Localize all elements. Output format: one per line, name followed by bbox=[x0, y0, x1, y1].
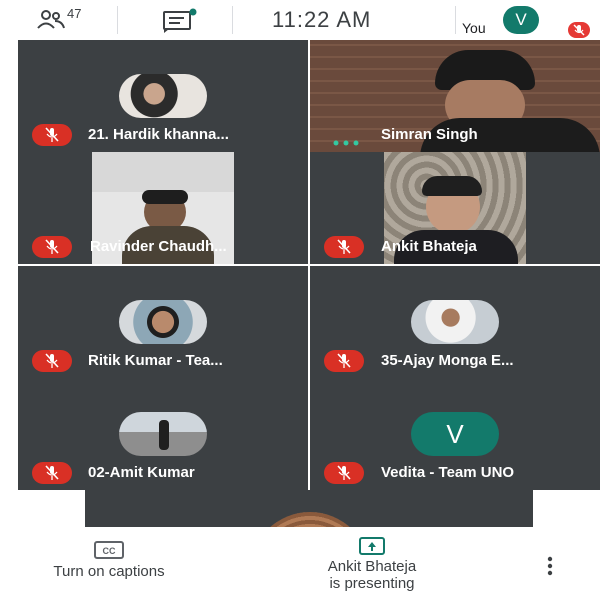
divider bbox=[455, 6, 456, 34]
more-vert-icon bbox=[547, 556, 553, 576]
participants-button[interactable]: 47 bbox=[36, 6, 96, 34]
chat-button[interactable] bbox=[160, 8, 200, 34]
you-muted-icon bbox=[568, 22, 590, 38]
captions-label: Turn on captions bbox=[53, 563, 165, 580]
participant-name: Simran Singh bbox=[381, 126, 478, 143]
speaking-indicator-icon bbox=[332, 133, 362, 146]
captions-button[interactable]: CC Turn on captions bbox=[14, 541, 204, 580]
muted-icon bbox=[324, 236, 364, 258]
participant-tile[interactable]: V Vedita - Team UNO bbox=[310, 378, 600, 490]
participant-tile[interactable]: Ankit Bhateja bbox=[310, 152, 600, 264]
participant-tile[interactable]: Ritik Kumar - Tea... bbox=[18, 266, 308, 378]
clock-time: 11:22 AM bbox=[272, 7, 372, 32]
participant-name: Ravinder Chaudh... bbox=[90, 238, 227, 255]
participant-tile[interactable]: 21. Hardik khanna... bbox=[18, 40, 308, 152]
participant-name: Ritik Kumar - Tea... bbox=[88, 352, 223, 369]
participant-name: Ankit Bhateja bbox=[381, 238, 477, 255]
participant-tile[interactable]: 02-Amit Kumar bbox=[18, 378, 308, 490]
participant-tile[interactable]: Simran Singh bbox=[310, 40, 600, 152]
you-avatar[interactable]: V bbox=[503, 6, 539, 34]
muted-icon bbox=[32, 462, 72, 484]
presenting-label: Ankit Bhateja is presenting bbox=[292, 558, 452, 592]
participant-avatar bbox=[119, 74, 207, 118]
chat-icon bbox=[163, 8, 197, 33]
participant-grid: 21. Hardik khanna... Simran Singh Ravind… bbox=[0, 40, 600, 527]
closed-captions-icon: CC bbox=[94, 541, 124, 559]
you-label: You bbox=[462, 20, 486, 36]
present-screen-icon bbox=[359, 537, 385, 555]
participant-count: 47 bbox=[67, 6, 82, 21]
participant-tile[interactable]: Ravinder Chaudh... bbox=[18, 152, 308, 264]
muted-icon bbox=[32, 236, 72, 258]
svg-text:CC: CC bbox=[103, 546, 116, 556]
participant-name: 21. Hardik khanna... bbox=[88, 126, 229, 143]
muted-icon bbox=[324, 462, 364, 484]
bottom-bar: CC Turn on captions Ankit Bhateja is pre… bbox=[0, 527, 600, 600]
participant-tile[interactable]: 35-Ajay Monga E... bbox=[310, 266, 600, 378]
participant-name: 35-Ajay Monga E... bbox=[381, 352, 514, 369]
participant-tile[interactable] bbox=[85, 490, 533, 527]
participant-avatar bbox=[411, 300, 499, 344]
people-icon bbox=[37, 10, 65, 29]
participant-avatar bbox=[119, 300, 207, 344]
participant-name: 02-Amit Kumar bbox=[88, 464, 195, 481]
participant-avatar bbox=[119, 412, 207, 456]
muted-icon bbox=[32, 124, 72, 146]
divider bbox=[232, 6, 233, 34]
participant-name: Vedita - Team UNO bbox=[381, 464, 515, 481]
presenting-button[interactable]: Ankit Bhateja is presenting bbox=[292, 537, 452, 592]
participant-avatar: V bbox=[411, 412, 499, 456]
more-options-button[interactable] bbox=[540, 555, 560, 579]
presenting-line2: is presenting bbox=[329, 575, 415, 592]
presenting-line1: Ankit Bhateja bbox=[327, 558, 417, 575]
muted-icon bbox=[32, 350, 72, 372]
muted-icon bbox=[324, 350, 364, 372]
top-bar: 47 11:22 AM You V bbox=[0, 0, 600, 40]
divider bbox=[117, 6, 118, 34]
